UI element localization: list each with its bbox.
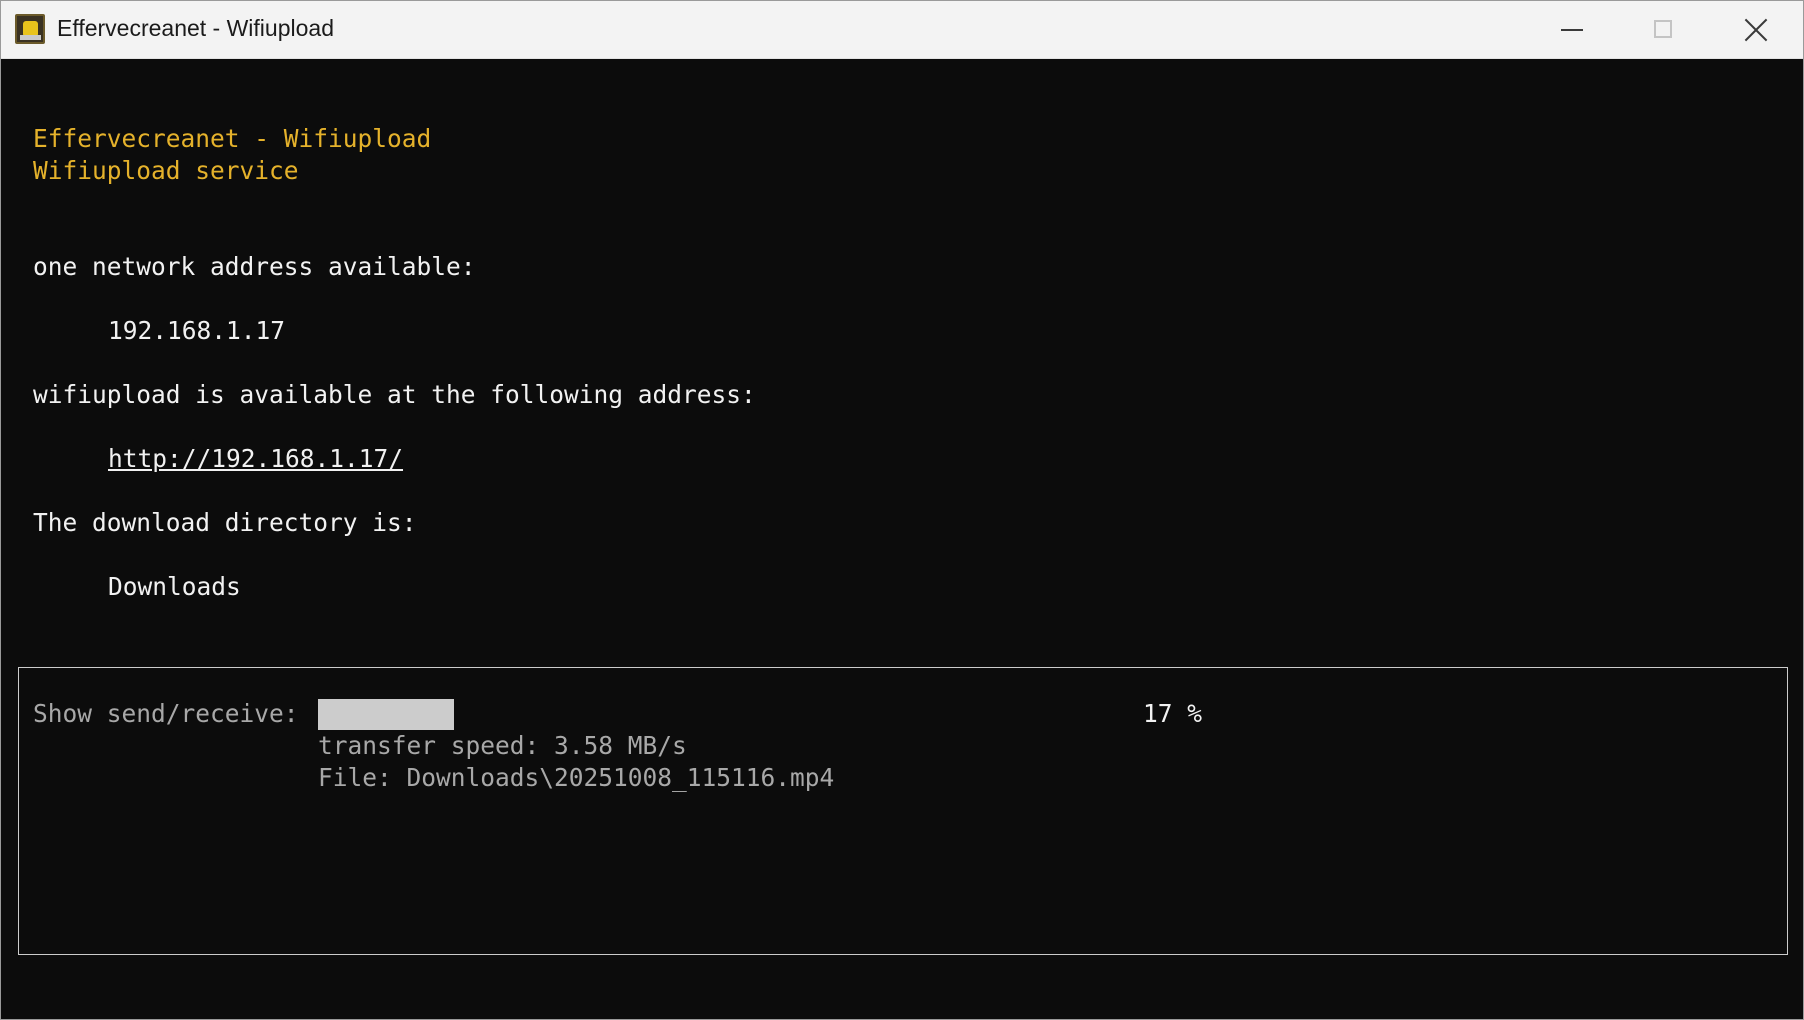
console-output[interactable]: Effervecreanet - Wifiupload Wifiupload s… [1,59,1803,1019]
maximize-button[interactable] [1618,1,1708,58]
progress-bar-fill [318,699,454,730]
app-icon-bar [20,35,41,40]
header-subtitle: Wifiupload service [33,156,299,185]
progress-percent: 17 % [1143,699,1203,728]
minimize-icon [1561,29,1583,31]
maximize-icon [1654,20,1672,38]
close-button[interactable] [1710,1,1800,58]
transfer-speed: transfer speed: 3.58 MB/s [318,731,687,760]
window-title: Effervecreanet - Wifiupload [57,15,334,41]
minimize-button[interactable] [1527,1,1617,58]
progress-bar [318,699,454,730]
close-icon [1745,19,1767,41]
download-directory: Downloads [108,572,241,601]
directory-label: The download directory is: [33,508,417,537]
address-label: wifiupload is available at the following… [33,380,756,409]
show-send-receive-label: Show send/receive: [33,699,299,728]
title-bar[interactable]: Effervecreanet - Wifiupload [1,1,1803,59]
current-file: File: Downloads\20251008_115116.mp4 [318,763,835,792]
app-icon[interactable] [15,14,45,44]
service-url-link[interactable]: http://192.168.1.17/ [108,443,403,475]
network-label: one network address available: [33,252,476,281]
app-window: Effervecreanet - Wifiupload Effervecrean… [0,0,1804,1020]
header-title: Effervecreanet - Wifiupload [33,124,432,153]
ip-address: 192.168.1.17 [108,316,286,345]
